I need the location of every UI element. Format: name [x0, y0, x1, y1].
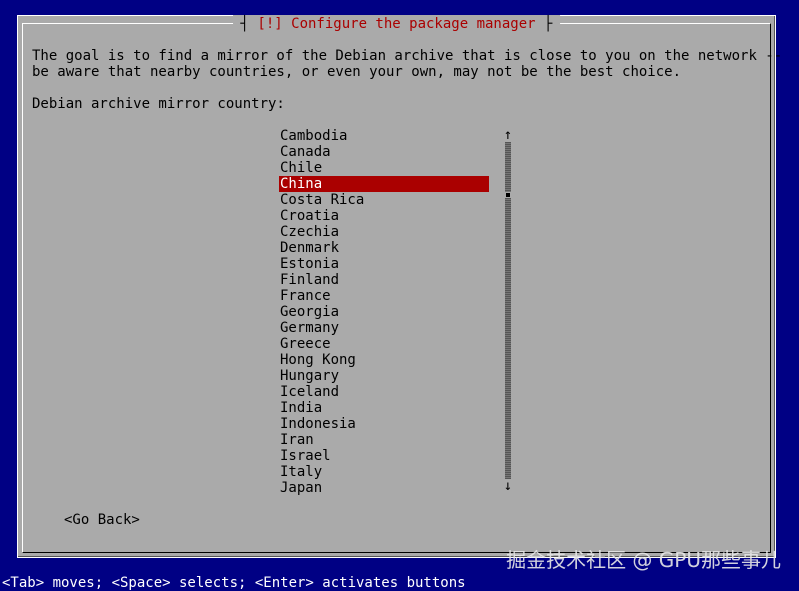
description-line-1: The goal is to find a mirror of the Debi… [32, 48, 783, 64]
dialog-title: ┤ [!] Configure the package manager ├ [232, 15, 561, 33]
country-item[interactable]: Croatia [279, 208, 489, 224]
dialog-title-text: Configure the package manager [282, 16, 536, 32]
country-item[interactable]: Denmark [279, 240, 489, 256]
country-item[interactable]: Estonia [279, 256, 489, 272]
country-item[interactable]: Indonesia [279, 416, 489, 432]
country-item[interactable]: Georgia [279, 304, 489, 320]
country-list[interactable]: Cambodia Canada Chile China Costa Rica Croati… [279, 128, 489, 496]
country-item[interactable]: Canada [279, 144, 489, 160]
country-item[interactable]: Iran [279, 432, 489, 448]
country-item[interactable]: Iceland [279, 384, 489, 400]
country-item[interactable]: Finland [279, 272, 489, 288]
country-item[interactable]: Chile [279, 160, 489, 176]
country-item[interactable]: Hungary [279, 368, 489, 384]
country-item[interactable]: Costa Rica [279, 192, 489, 208]
status-bar: <Tab> moves; <Space> selects; <Enter> ac… [2, 575, 466, 591]
country-item[interactable]: Israel [279, 448, 489, 464]
title-right-border: ├ [535, 16, 553, 32]
country-item[interactable]: Germany [279, 320, 489, 336]
country-item[interactable]: Italy [279, 464, 489, 480]
country-item[interactable]: Hong Kong [279, 352, 489, 368]
dialog: ┤ [!] Configure the package manager ├ Th… [17, 15, 782, 558]
scroll-down-icon[interactable]: ↓ [503, 479, 513, 493]
scroll-thumb[interactable] [505, 192, 511, 198]
country-item[interactable]: Czechia [279, 224, 489, 240]
country-item[interactable]: India [279, 400, 489, 416]
country-item[interactable]: Japan [279, 480, 489, 496]
country-item[interactable]: France [279, 288, 489, 304]
scrollbar[interactable]: ↑ ↓ [503, 128, 513, 493]
description-line-2: be aware that nearby countries, or even … [32, 64, 682, 80]
go-back-button[interactable]: <Go Back> [64, 512, 140, 528]
mirror-country-prompt: Debian archive mirror country: [32, 96, 285, 112]
title-left-border: ┤ [240, 16, 258, 32]
watermark: 掘金技术社区 @ GPU那些事儿 [506, 548, 781, 572]
scroll-up-icon[interactable]: ↑ [503, 128, 513, 142]
dialog-title-prefix: [!] [257, 16, 283, 32]
country-item-selected[interactable]: China [279, 176, 489, 192]
country-item[interactable]: Greece [279, 336, 489, 352]
country-item[interactable]: Cambodia [279, 128, 489, 144]
